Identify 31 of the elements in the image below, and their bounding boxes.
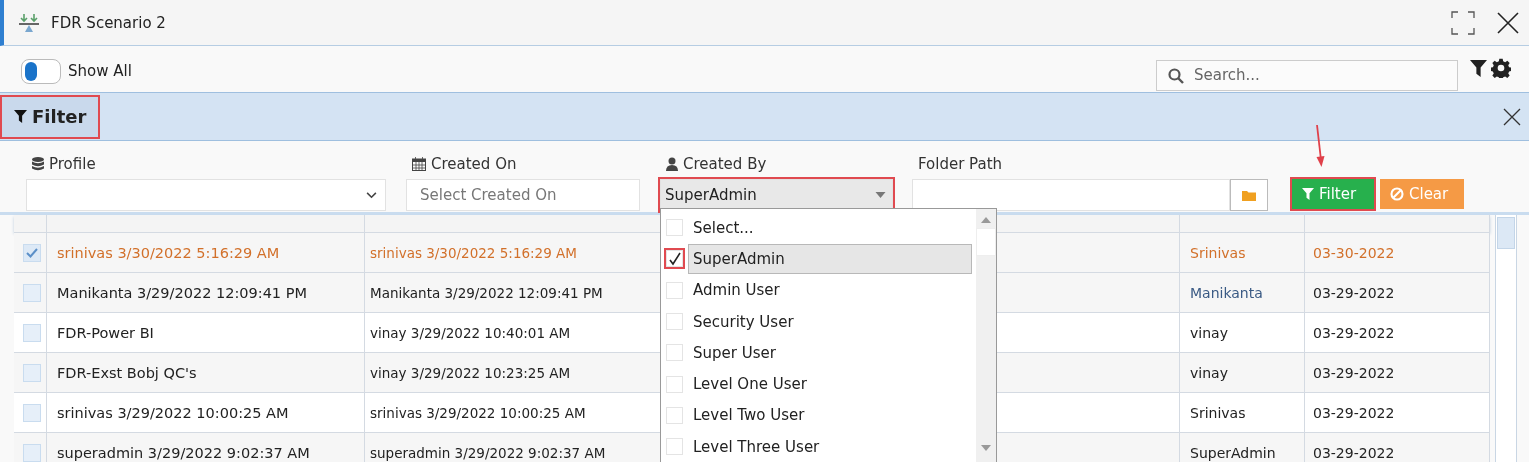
table-cell: 03-29-2022: [1313, 364, 1395, 381]
table-cell: superadmin 3/29/2022 9:02:37 AM: [370, 444, 606, 461]
table-cell: Manikanta 3/29/2022 12:09:41 PM: [57, 284, 307, 301]
table-cell: vinay: [1190, 324, 1228, 341]
table-cell: 03-29-2022: [1313, 284, 1395, 301]
table-cell: srinivas 3/30/2022 5:16:29 AM: [57, 244, 280, 261]
filter-title: Filter: [32, 106, 87, 127]
field-label: Created By: [683, 155, 767, 173]
field-label: Folder Path: [918, 155, 1003, 173]
table-cell: superadmin 3/29/2022 9:02:37 AM: [57, 444, 310, 461]
table-cell: vinay 3/29/2022 10:40:01 AM: [370, 324, 571, 341]
toggle-label: Show All: [68, 62, 132, 80]
table-cell: 03-29-2022: [1313, 324, 1395, 341]
table-cell: vinay: [1190, 364, 1228, 381]
field-label: Created On: [431, 155, 517, 173]
window-title: FDR Scenario 2: [51, 13, 166, 32]
table-cell: 03-30-2022: [1313, 244, 1395, 261]
table-cell: srinivas 3/30/2022 5:16:29 AM: [370, 244, 577, 261]
table-cell: Manikanta 3/29/2022 12:09:41 PM: [370, 284, 603, 301]
table-cell: Manikanta: [1190, 284, 1263, 301]
table-cell: 03-29-2022: [1313, 404, 1395, 421]
table-cell: vinay 3/29/2022 10:23:25 AM: [370, 364, 571, 381]
field-label: Profile: [49, 155, 96, 173]
table-cell: Srinivas: [1190, 404, 1246, 421]
table-cell: 03-29-2022: [1313, 444, 1395, 461]
table-cell: FDR-Exst Bobj QC's: [57, 364, 197, 381]
table-cell: Srinivas: [1190, 244, 1246, 261]
table-cell: FDR-Power BI: [57, 324, 154, 341]
table-cell: srinivas 3/29/2022 10:00:25 AM: [370, 404, 586, 421]
table-cell: SuperAdmin: [1190, 444, 1276, 461]
table-cell: srinivas 3/29/2022 10:00:25 AM: [57, 404, 289, 421]
